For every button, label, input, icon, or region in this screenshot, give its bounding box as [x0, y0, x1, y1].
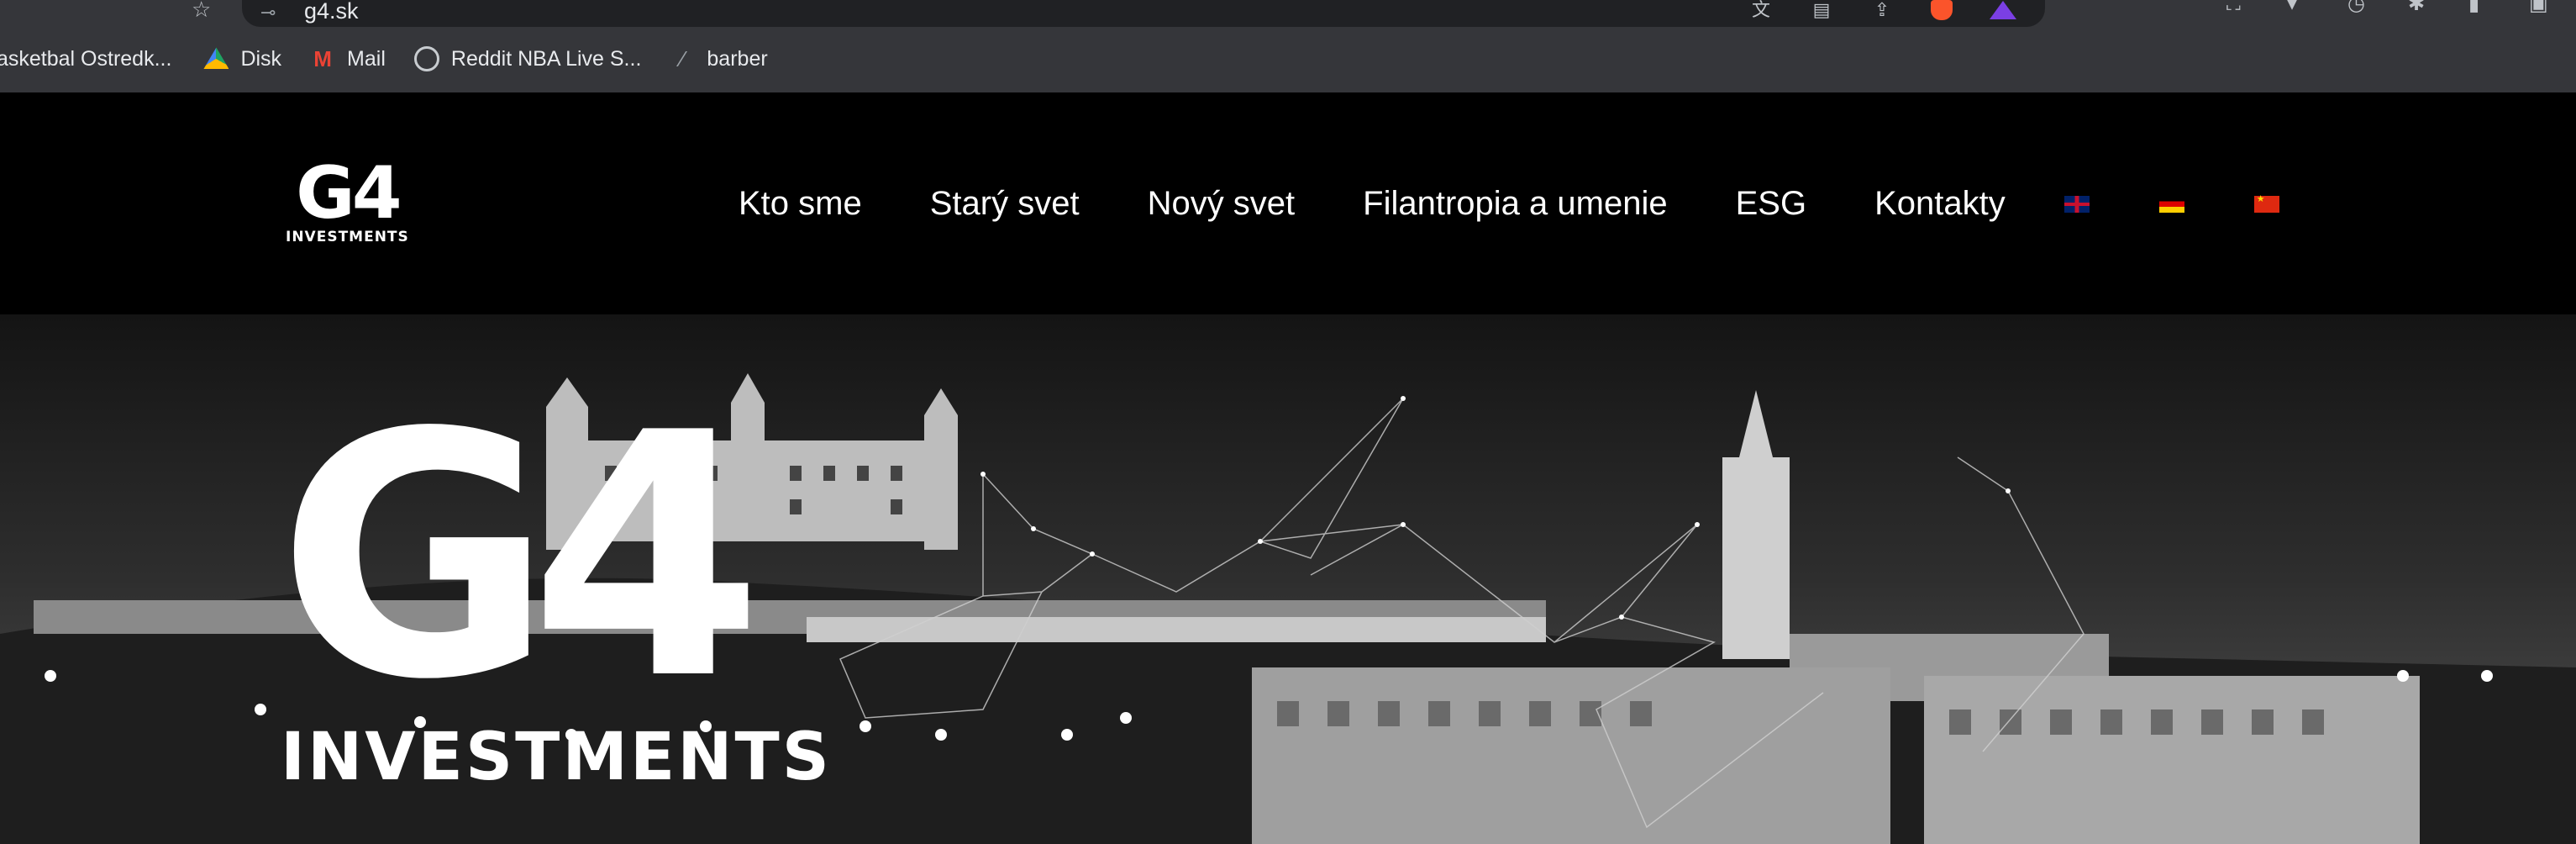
- translate-icon[interactable]: 文: [1749, 1, 1773, 19]
- nav-filantropia-a-umenie[interactable]: Filantropia a umenie: [1363, 185, 1667, 223]
- nav-novy-svet[interactable]: Nový svet: [1148, 185, 1296, 223]
- wallet-icon[interactable]: ▣: [2529, 0, 2551, 15]
- nav-kontakty[interactable]: Kontakty: [1874, 185, 2006, 223]
- nav-kto-sme[interactable]: Kto sme: [739, 185, 862, 223]
- screenshot-icon[interactable]: ⛶: [2226, 0, 2248, 15]
- main-nav: Kto sme Starý svet Nový svet Filantropia…: [739, 185, 2279, 223]
- share-icon[interactable]: ⇪: [1870, 1, 1894, 19]
- address-bar[interactable]: ⊸ g4.sk 文 ▤ ⇪: [242, 0, 2045, 27]
- site-info-icon[interactable]: ⊸: [260, 2, 276, 24]
- bookmark-disk[interactable]: Disk: [203, 46, 281, 71]
- url-text[interactable]: g4.sk: [304, 0, 359, 24]
- logo-mark: G4: [296, 151, 402, 235]
- bookmark-label: Mail: [347, 46, 386, 71]
- google-drive-icon: [203, 47, 229, 69]
- feather-icon: ⁄: [681, 46, 685, 71]
- bookmark-label: asketbal Ostredk...: [0, 46, 172, 71]
- bookmark-barber[interactable]: ⁄ barber: [670, 46, 767, 71]
- bookmark-label: barber: [707, 46, 768, 71]
- hero-logo-subtitle: INVESTMENTS: [281, 720, 832, 795]
- nav-esg[interactable]: ESG: [1736, 185, 1806, 223]
- bookmark-mail[interactable]: M Mail: [310, 46, 386, 71]
- bookmarks-bar: asketbal Ostredk... Disk M Mail Reddit N…: [0, 40, 796, 77]
- browser-chrome: ☆ ⊸ g4.sk 文 ▤ ⇪ ⛶ ▾ ◷ ✱ ▮ ▣ ≡ asketbal O…: [0, 0, 2576, 92]
- hero-banner: G4 INVESTMENTS: [0, 314, 2576, 844]
- bookmark-basketbal[interactable]: asketbal Ostredk...: [0, 47, 171, 71]
- globe-icon: [413, 46, 439, 71]
- gmail-icon: M: [313, 46, 332, 71]
- address-bar-actions: 文 ▤ ⇪: [1749, 0, 2016, 20]
- reader-mode-icon[interactable]: ▤: [1810, 1, 1833, 19]
- bookmark-label: Reddit NBA Live S...: [450, 46, 642, 71]
- sidebar-icon[interactable]: ▮: [2468, 0, 2490, 15]
- toolbar-icons: ⛶ ▾ ◷ ✱ ▮ ▣ ≡: [2226, 0, 2576, 15]
- bookmark-flag-icon[interactable]: ▾: [2287, 0, 2309, 15]
- bookmark-label: Disk: [240, 46, 282, 71]
- site-header: G4 INVESTMENTS Kto sme Starý svet Nový s…: [0, 92, 2576, 314]
- brave-shields-icon[interactable]: [1931, 0, 1953, 20]
- language-switcher: [2063, 193, 2279, 213]
- extensions-icon[interactable]: ✱: [2408, 0, 2430, 15]
- hero-logo: G4 INVESTMENTS: [277, 362, 832, 796]
- bookmark-reddit-nba[interactable]: Reddit NBA Live S...: [413, 46, 642, 71]
- history-icon[interactable]: ◷: [2347, 0, 2369, 15]
- german-flag-icon[interactable]: [2158, 195, 2184, 213]
- nav-stary-svet[interactable]: Starý svet: [930, 185, 1080, 223]
- uk-flag-icon[interactable]: [2063, 195, 2090, 213]
- hero-logo-mark: G4: [277, 362, 764, 753]
- brave-rewards-icon[interactable]: [1990, 1, 2016, 19]
- chinese-flag-icon[interactable]: [2253, 193, 2279, 213]
- site-logo[interactable]: G4 INVESTMENTS: [286, 151, 409, 245]
- bookmark-star-icon[interactable]: ☆: [192, 0, 211, 23]
- logo-subtitle: INVESTMENTS: [286, 229, 409, 245]
